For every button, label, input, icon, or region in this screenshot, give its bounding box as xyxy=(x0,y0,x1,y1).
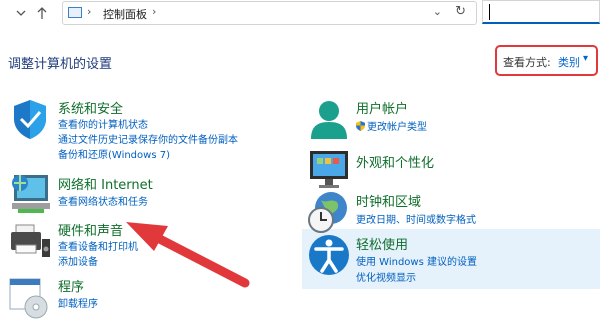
category-clock-region: 时钟和区域 更改日期、时间或数字格式 xyxy=(307,190,597,234)
category-title-ease-of-access[interactable]: 轻松使用 xyxy=(356,234,408,253)
address-dropdown-icon[interactable]: ⌄ xyxy=(433,5,442,18)
link-optimize-video-display[interactable]: 优化视频显示 xyxy=(356,269,416,284)
link-change-date-time-format[interactable]: 更改日期、时间或数字格式 xyxy=(356,211,476,226)
link-backup-restore[interactable]: 备份和还原(Windows 7) xyxy=(58,146,170,161)
shield-icon[interactable] xyxy=(8,97,52,141)
link-file-history[interactable]: 通过文件历史记录保存你的文件备份副本 xyxy=(58,131,238,146)
category-programs: 程序 卸载程序 xyxy=(8,275,288,319)
monitor-icon[interactable] xyxy=(307,148,351,192)
category-title-user-accounts[interactable]: 用户帐户 xyxy=(356,98,408,117)
search-input[interactable] xyxy=(482,0,600,24)
view-by-value[interactable]: 类别 xyxy=(558,54,580,70)
address-bar[interactable]: › 控制面板 › ⌄ ↻ xyxy=(62,1,477,25)
category-title-hardware-sound[interactable]: 硬件和声音 xyxy=(58,220,123,239)
link-uninstall-program[interactable]: 卸载程序 xyxy=(58,295,98,310)
link-change-account-type[interactable]: 更改帐户类型 xyxy=(356,118,427,133)
category-title-programs[interactable]: 程序 xyxy=(58,276,84,295)
network-globe-icon[interactable] xyxy=(8,171,52,215)
view-by-selector[interactable]: 查看方式: 类别 ▾ xyxy=(495,45,598,76)
view-by-label: 查看方式: xyxy=(503,56,551,69)
chevron-down-icon[interactable] xyxy=(12,4,30,22)
chevron-down-icon[interactable]: ▾ xyxy=(583,53,588,64)
up-arrow-icon[interactable] xyxy=(33,4,51,22)
accessibility-icon[interactable] xyxy=(307,233,351,277)
programs-disc-icon[interactable] xyxy=(8,275,52,319)
breadcrumb-separator: › xyxy=(87,5,92,18)
category-hardware-sound: 硬件和声音 查看设备和打印机 添加设备 xyxy=(8,219,288,268)
category-title-appearance[interactable]: 外观和个性化 xyxy=(356,152,434,171)
refresh-icon[interactable]: ↻ xyxy=(455,4,466,19)
breadcrumb-separator[interactable]: › xyxy=(152,5,156,18)
toolbar: › 控制面板 › ⌄ ↻ xyxy=(0,0,600,26)
category-title-clock-region[interactable]: 时钟和区域 xyxy=(356,191,421,210)
category-ease-of-access: 轻松使用 使用 Windows 建议的设置 优化视频显示 xyxy=(307,233,597,284)
user-accounts-icon[interactable] xyxy=(307,97,351,141)
uac-shield-icon xyxy=(356,121,365,131)
link-windows-suggested-settings[interactable]: 使用 Windows 建议的设置 xyxy=(356,253,477,268)
breadcrumb-control-panel[interactable]: 控制面板 xyxy=(103,6,147,22)
link-add-device[interactable]: 添加设备 xyxy=(58,253,98,268)
printer-icon[interactable] xyxy=(8,219,52,263)
link-view-network-status[interactable]: 查看网络状态和任务 xyxy=(58,193,148,208)
category-appearance: 外观和个性化 xyxy=(307,148,597,192)
link-devices-printers[interactable]: 查看设备和打印机 xyxy=(58,238,138,253)
text-caret xyxy=(489,4,490,20)
category-user-accounts: 用户帐户 更改帐户类型 xyxy=(307,97,597,141)
category-network-internet: 网络和 Internet 查看网络状态和任务 xyxy=(8,171,288,215)
link-view-computer-status[interactable]: 查看你的计算机状态 xyxy=(58,116,148,131)
category-system-security: 系统和安全 查看你的计算机状态 通过文件历史记录保存你的文件备份副本 备份和还原… xyxy=(8,97,288,161)
control-panel-icon xyxy=(68,7,82,18)
page-title: 调整计算机的设置 xyxy=(8,57,113,72)
link-change-account-type-label: 更改帐户类型 xyxy=(367,122,427,133)
clock-globe-icon[interactable] xyxy=(307,190,351,234)
category-title-network-internet[interactable]: 网络和 Internet xyxy=(58,174,153,193)
category-title-system-security[interactable]: 系统和安全 xyxy=(58,98,123,117)
